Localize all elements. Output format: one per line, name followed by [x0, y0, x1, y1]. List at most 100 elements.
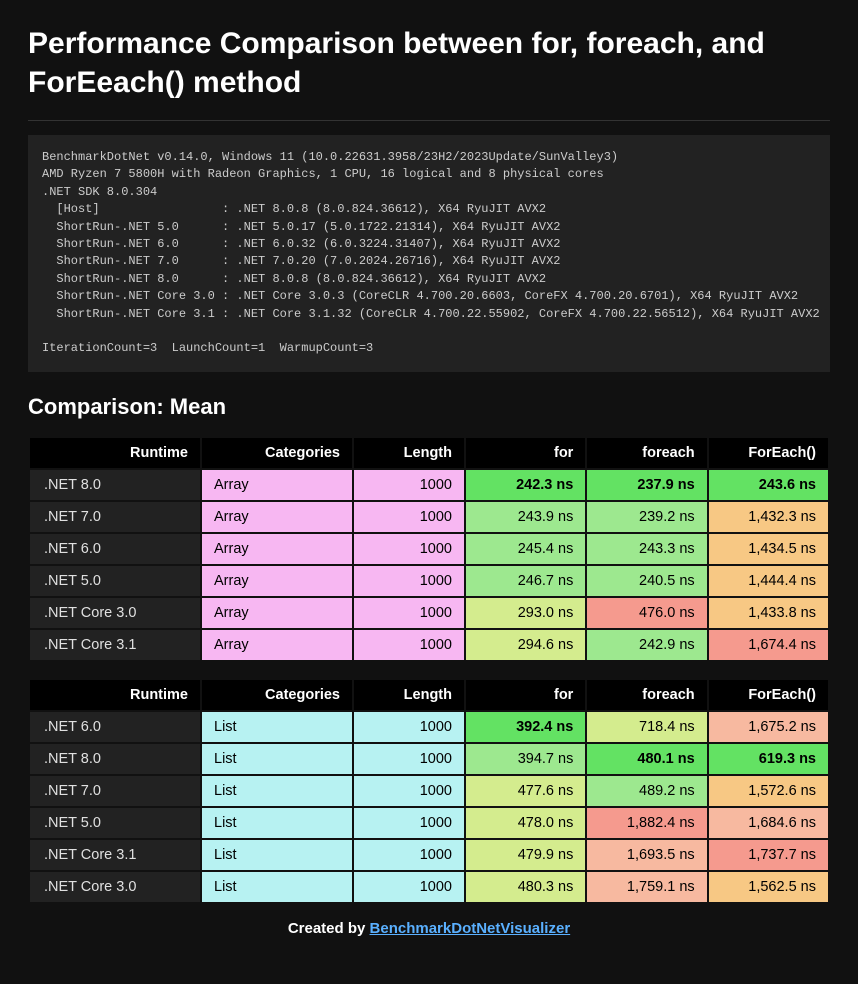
runtime-cell: .NET 8.0: [30, 470, 200, 500]
runtime-cell: .NET Core 3.0: [30, 872, 200, 902]
category-cell: Array: [202, 534, 352, 564]
runtime-cell: .NET Core 3.0: [30, 598, 200, 628]
foreach-cell: 489.2 ns: [587, 776, 706, 806]
column-header: Categories: [202, 438, 352, 468]
for-cell: 480.3 ns: [466, 872, 585, 902]
for-cell: 293.0 ns: [466, 598, 585, 628]
foreach-method-cell: 1,684.6 ns: [709, 808, 828, 838]
length-cell: 1000: [354, 470, 464, 500]
for-cell: 243.9 ns: [466, 502, 585, 532]
footer-prefix: Created by: [288, 920, 370, 937]
category-cell: List: [202, 744, 352, 774]
table-row: .NET 5.0Array1000246.7 ns240.5 ns1,444.4…: [30, 566, 828, 596]
length-cell: 1000: [354, 502, 464, 532]
table-row: .NET Core 3.0List1000480.3 ns1,759.1 ns1…: [30, 872, 828, 902]
runtime-cell: .NET 7.0: [30, 776, 200, 806]
benchmark-table: RuntimeCategoriesLengthforforeachForEach…: [28, 678, 830, 904]
for-cell: 245.4 ns: [466, 534, 585, 564]
column-header: ForEach(): [709, 680, 828, 710]
length-cell: 1000: [354, 840, 464, 870]
runtime-cell: .NET 6.0: [30, 712, 200, 742]
foreach-cell: 476.0 ns: [587, 598, 706, 628]
for-cell: 477.6 ns: [466, 776, 585, 806]
table-row: .NET Core 3.0Array1000293.0 ns476.0 ns1,…: [30, 598, 828, 628]
for-cell: 478.0 ns: [466, 808, 585, 838]
foreach-method-cell: 1,444.4 ns: [709, 566, 828, 596]
foreach-cell: 243.3 ns: [587, 534, 706, 564]
divider: [28, 120, 830, 121]
column-header: Length: [354, 680, 464, 710]
category-cell: Array: [202, 566, 352, 596]
length-cell: 1000: [354, 808, 464, 838]
runtime-cell: .NET 5.0: [30, 566, 200, 596]
runtime-cell: .NET 8.0: [30, 744, 200, 774]
category-cell: List: [202, 840, 352, 870]
category-cell: List: [202, 712, 352, 742]
table-row: .NET Core 3.1Array1000294.6 ns242.9 ns1,…: [30, 630, 828, 660]
for-cell: 394.7 ns: [466, 744, 585, 774]
length-cell: 1000: [354, 630, 464, 660]
foreach-method-cell: 1,674.4 ns: [709, 630, 828, 660]
foreach-cell: 718.4 ns: [587, 712, 706, 742]
table-row: .NET 6.0List1000392.4 ns718.4 ns1,675.2 …: [30, 712, 828, 742]
foreach-method-cell: 1,562.5 ns: [709, 872, 828, 902]
foreach-cell: 240.5 ns: [587, 566, 706, 596]
column-header: Runtime: [30, 680, 200, 710]
foreach-method-cell: 243.6 ns: [709, 470, 828, 500]
column-header: Length: [354, 438, 464, 468]
runtime-cell: .NET Core 3.1: [30, 630, 200, 660]
for-cell: 246.7 ns: [466, 566, 585, 596]
table-row: .NET Core 3.1List1000479.9 ns1,693.5 ns1…: [30, 840, 828, 870]
column-header: ForEach(): [709, 438, 828, 468]
footer: Created by BenchmarkDotNetVisualizer: [28, 920, 830, 937]
category-cell: List: [202, 808, 352, 838]
table-row: .NET 7.0Array1000243.9 ns239.2 ns1,432.3…: [30, 502, 828, 532]
foreach-method-cell: 1,434.5 ns: [709, 534, 828, 564]
category-cell: Array: [202, 598, 352, 628]
category-cell: List: [202, 776, 352, 806]
category-cell: Array: [202, 502, 352, 532]
column-header: Runtime: [30, 438, 200, 468]
benchmark-table: RuntimeCategoriesLengthforforeachForEach…: [28, 436, 830, 662]
length-cell: 1000: [354, 776, 464, 806]
foreach-method-cell: 1,572.6 ns: [709, 776, 828, 806]
foreach-cell: 1,882.4 ns: [587, 808, 706, 838]
category-cell: List: [202, 872, 352, 902]
foreach-method-cell: 1,737.7 ns: [709, 840, 828, 870]
foreach-cell: 237.9 ns: [587, 470, 706, 500]
length-cell: 1000: [354, 872, 464, 902]
tables-container: RuntimeCategoriesLengthforforeachForEach…: [28, 436, 830, 904]
category-cell: Array: [202, 470, 352, 500]
table-row: .NET 6.0Array1000245.4 ns243.3 ns1,434.5…: [30, 534, 828, 564]
foreach-method-cell: 1,433.8 ns: [709, 598, 828, 628]
foreach-method-cell: 1,675.2 ns: [709, 712, 828, 742]
table-row: .NET 8.0List1000394.7 ns480.1 ns619.3 ns: [30, 744, 828, 774]
runtime-cell: .NET 5.0: [30, 808, 200, 838]
runtime-cell: .NET 6.0: [30, 534, 200, 564]
column-header: foreach: [587, 680, 706, 710]
page-title: Performance Comparison between for, fore…: [28, 24, 830, 102]
for-cell: 479.9 ns: [466, 840, 585, 870]
table-row: .NET 5.0List1000478.0 ns1,882.4 ns1,684.…: [30, 808, 828, 838]
foreach-method-cell: 619.3 ns: [709, 744, 828, 774]
section-heading-mean: Comparison: Mean: [28, 394, 830, 420]
foreach-cell: 1,759.1 ns: [587, 872, 706, 902]
table-row: .NET 7.0List1000477.6 ns489.2 ns1,572.6 …: [30, 776, 828, 806]
for-cell: 242.3 ns: [466, 470, 585, 500]
column-header: for: [466, 680, 585, 710]
environment-info: BenchmarkDotNet v0.14.0, Windows 11 (10.…: [28, 135, 830, 372]
for-cell: 392.4 ns: [466, 712, 585, 742]
foreach-cell: 239.2 ns: [587, 502, 706, 532]
runtime-cell: .NET Core 3.1: [30, 840, 200, 870]
foreach-method-cell: 1,432.3 ns: [709, 502, 828, 532]
category-cell: Array: [202, 630, 352, 660]
foreach-cell: 480.1 ns: [587, 744, 706, 774]
table-row: .NET 8.0Array1000242.3 ns237.9 ns243.6 n…: [30, 470, 828, 500]
column-header: Categories: [202, 680, 352, 710]
length-cell: 1000: [354, 712, 464, 742]
length-cell: 1000: [354, 566, 464, 596]
length-cell: 1000: [354, 744, 464, 774]
column-header: foreach: [587, 438, 706, 468]
footer-link[interactable]: BenchmarkDotNetVisualizer: [370, 920, 571, 937]
column-header: for: [466, 438, 585, 468]
